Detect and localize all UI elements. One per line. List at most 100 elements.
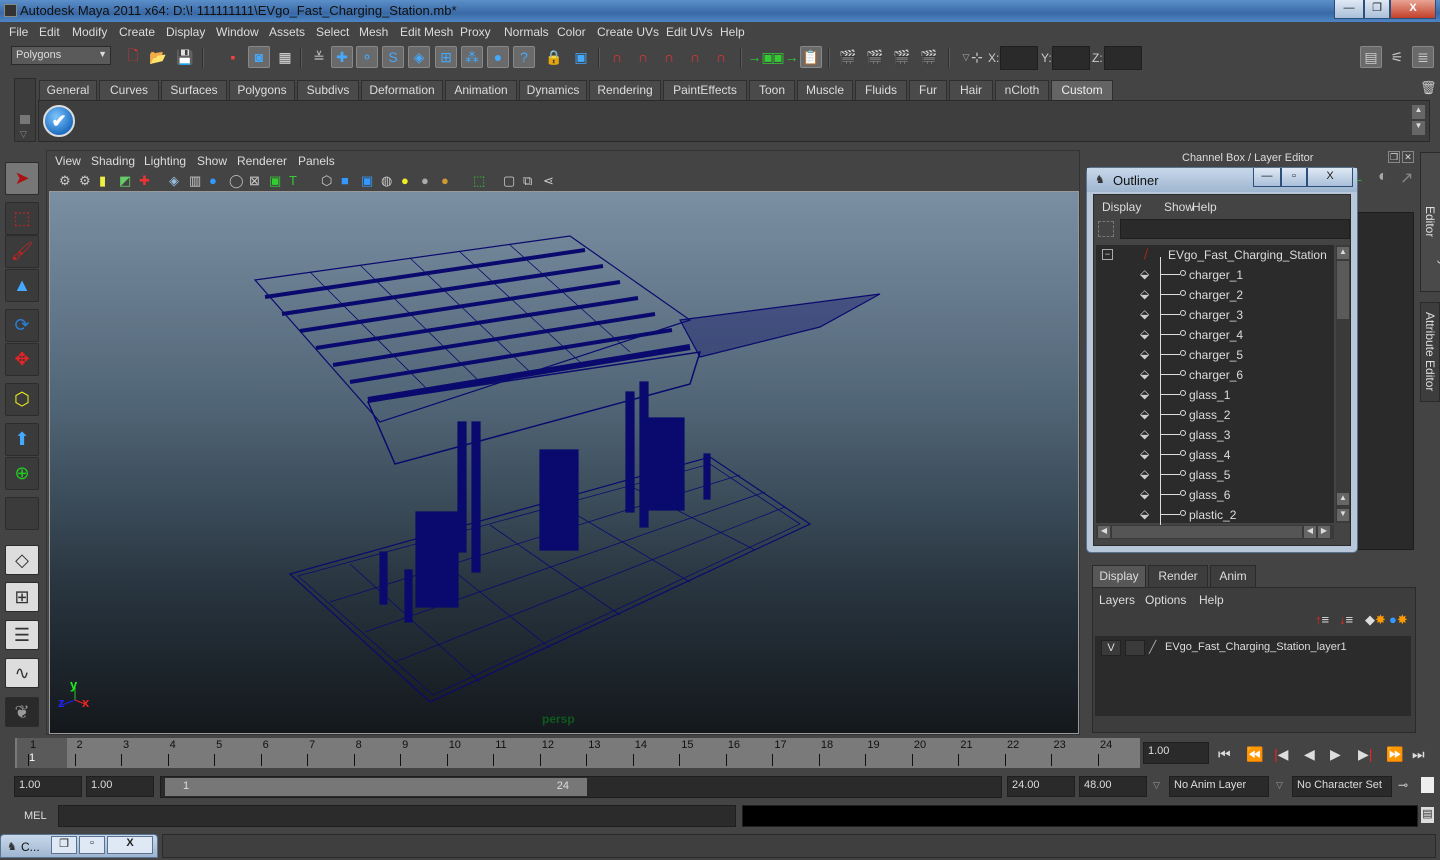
playback-end-field[interactable]: 24.00 [1007,776,1075,797]
channel-box-toggle-icon[interactable]: ≣ [1412,46,1434,68]
attribute-editor-toggle-icon[interactable]: ▤ [1360,46,1382,68]
close-button[interactable]: X [1390,0,1436,19]
scroll-thumb[interactable] [1337,261,1349,319]
menu-create[interactable]: Create [119,25,155,39]
layer-tab-anim[interactable]: Anim [1210,565,1256,587]
current-time-field[interactable]: 1.00 [1143,742,1209,764]
mask-misc-icon[interactable]: ? [513,46,535,68]
shelf-menu-arrow-icon[interactable]: ▽ [20,129,27,140]
outliner-item[interactable]: ⬙ glass_4 [1096,445,1336,465]
step-forward-frame-icon[interactable]: ⏩ [1386,746,1403,763]
outliner-maximize-button[interactable]: ▫ [1281,168,1307,187]
highlight-selection-icon[interactable]: ▣ [570,46,592,68]
shelf-tab-rendering[interactable]: Rendering [589,80,661,100]
trash-icon[interactable]: 🗑 [1420,80,1437,96]
single-perspective-layout-icon[interactable]: ◇ [5,545,39,575]
make-live-icon[interactable]: ∩ [710,46,732,68]
vp-menu-shading[interactable]: Shading [91,154,135,168]
menu-help[interactable]: Help [720,25,745,39]
scroll-up-icon[interactable]: ▲ [1337,493,1349,505]
show-manipulator-icon[interactable]: ⊕ [5,457,39,490]
menu-create-uvs[interactable]: Create UVs [597,25,659,39]
maya-dragon-icon[interactable]: ❦ [5,697,39,727]
shelf-tab-toon[interactable]: Toon [749,80,795,100]
save-scene-icon[interactable]: 💾 [174,46,196,68]
shelf-tab-subdivs[interactable]: Subdivs [297,80,359,100]
shelf-tab-animation[interactable]: Animation [445,80,517,100]
shelf-tab-ncloth[interactable]: nCloth [995,80,1049,100]
shelf-tab-options-icon[interactable] [20,115,30,124]
menu-mesh[interactable]: Mesh [359,25,388,39]
outliner-minimize-button[interactable]: — [1253,168,1281,187]
menu-display[interactable]: Display [166,25,205,39]
layer-menu-help[interactable]: Help [1199,593,1224,607]
minimized-window[interactable]: ♞ C... ❐ ▫ X [0,834,158,858]
new-layer-icon[interactable]: ◆✸ [1365,612,1386,628]
isolate-select-icon[interactable]: ⬚ [473,173,485,189]
menu-window[interactable]: Window [216,25,259,39]
scroll-right-icon[interactable]: ▶ [1318,526,1330,538]
xray-joints-icon[interactable]: ⧉ [523,173,532,189]
scroll-thumb[interactable] [1112,526,1302,538]
layer-menu-options[interactable]: Options [1145,593,1186,607]
go-to-end-icon[interactable]: ⏭ [1412,746,1425,763]
outliner-item[interactable]: ⬙ glass_6 [1096,485,1336,505]
layer-row[interactable]: V ╱ EVgo_Fast_Charging_Station_layer1 [1099,640,1409,658]
select-camera-icon[interactable]: ⚙ [59,173,71,189]
graph-persp-layout-icon[interactable]: ∿ [5,658,39,688]
all-lights-icon[interactable]: ● [421,173,429,188]
close-panel-icon[interactable]: ✕ [1402,151,1414,163]
scroll-up-icon[interactable]: ▲ [1337,247,1349,259]
mel-input[interactable] [58,805,736,827]
viewport-canvas[interactable]: y z x persp [49,191,1079,734]
grease-pencil-icon[interactable]: ✚ [139,173,150,189]
outliner-item[interactable]: ⬙ glass_1 [1096,385,1336,405]
outliner-menu-display[interactable]: Display [1102,200,1141,214]
restore-button[interactable]: ❐ [51,836,77,854]
input-ops-icon[interactable]: →▣ [747,46,774,68]
menu-edit-mesh[interactable]: Edit Mesh [400,25,453,39]
absolute-transform-icon[interactable]: ⊹ [966,46,988,68]
z-field[interactable] [1104,46,1142,70]
outliner-item[interactable]: ⬙ charger_4 [1096,325,1336,345]
select-object-icon[interactable]: ◙ [248,46,270,68]
snap-point-icon[interactable]: ∩ [658,46,680,68]
time-slider-track[interactable]: 1 1 2 3 4 5 6 7 8 9 10 11 12 13 14 15 16 17 18 19 20 21 22 23 2… [15,738,1140,768]
playback-start-field[interactable]: 1.00 [86,776,154,797]
shelf-tab-fur[interactable]: Fur [909,80,947,100]
gate-mask-icon[interactable]: ◯ [229,173,244,189]
shelf-tab-deformation[interactable]: Deformation [361,80,443,100]
scroll-left-icon[interactable]: ◀ [1098,526,1110,538]
field-chart-icon[interactable]: ⊠ [249,173,260,189]
outliner-item[interactable]: ⬙ plastic_2 [1096,505,1336,525]
mask-curves-icon[interactable]: S [382,46,404,68]
outliner-vertical-scrollbar[interactable]: ▲ ▲ ▼ [1336,245,1350,523]
outliner-item[interactable]: ⬙ charger_1 [1096,265,1336,285]
menu-edit-uvs[interactable]: Edit UVs [666,25,713,39]
outliner-horizontal-scrollbar[interactable]: ◀ ◀ ▶ [1096,525,1334,539]
float-panel-icon[interactable]: ❐ [1388,151,1400,163]
outliner-filter-input[interactable] [1120,219,1350,239]
play-forwards-icon[interactable]: ▶ [1330,746,1341,763]
shelf-tab-dynamics[interactable]: Dynamics [519,80,587,100]
shelf-menu-handle[interactable]: ▽ [14,78,36,142]
rotate-tool-icon[interactable]: ⟳ [5,309,39,342]
outliner-item[interactable]: ⬙ charger_5 [1096,345,1336,365]
snap-grid-icon[interactable]: ∩ [606,46,628,68]
script-editor-icon[interactable]: ▤ [1421,807,1434,823]
auto-key-icon[interactable]: ⊸ [1398,778,1408,792]
y-field[interactable] [1052,46,1090,70]
menu-edit[interactable]: Edit [39,25,60,39]
construction-history-icon[interactable]: 📋 [800,46,822,68]
step-back-key-icon[interactable]: |◀ [1274,746,1288,763]
smooth-shade-icon[interactable]: ■ [341,173,349,188]
menu-set-dropdown[interactable]: Polygons ▼ [11,46,111,65]
image-plane-icon[interactable]: ◩ [119,173,131,189]
outliner-item[interactable]: ⬙ charger_3 [1096,305,1336,325]
anim-layer-dropdown-icon[interactable]: ▽ [1153,780,1160,791]
outliner-item[interactable]: ⬙ glass_5 [1096,465,1336,485]
menu-file[interactable]: File [9,25,28,39]
film-gate-icon[interactable]: ▥ [189,173,201,189]
outliner-item[interactable]: ⬙ charger_6 [1096,365,1336,385]
layer-tab-display[interactable]: Display [1092,565,1146,587]
